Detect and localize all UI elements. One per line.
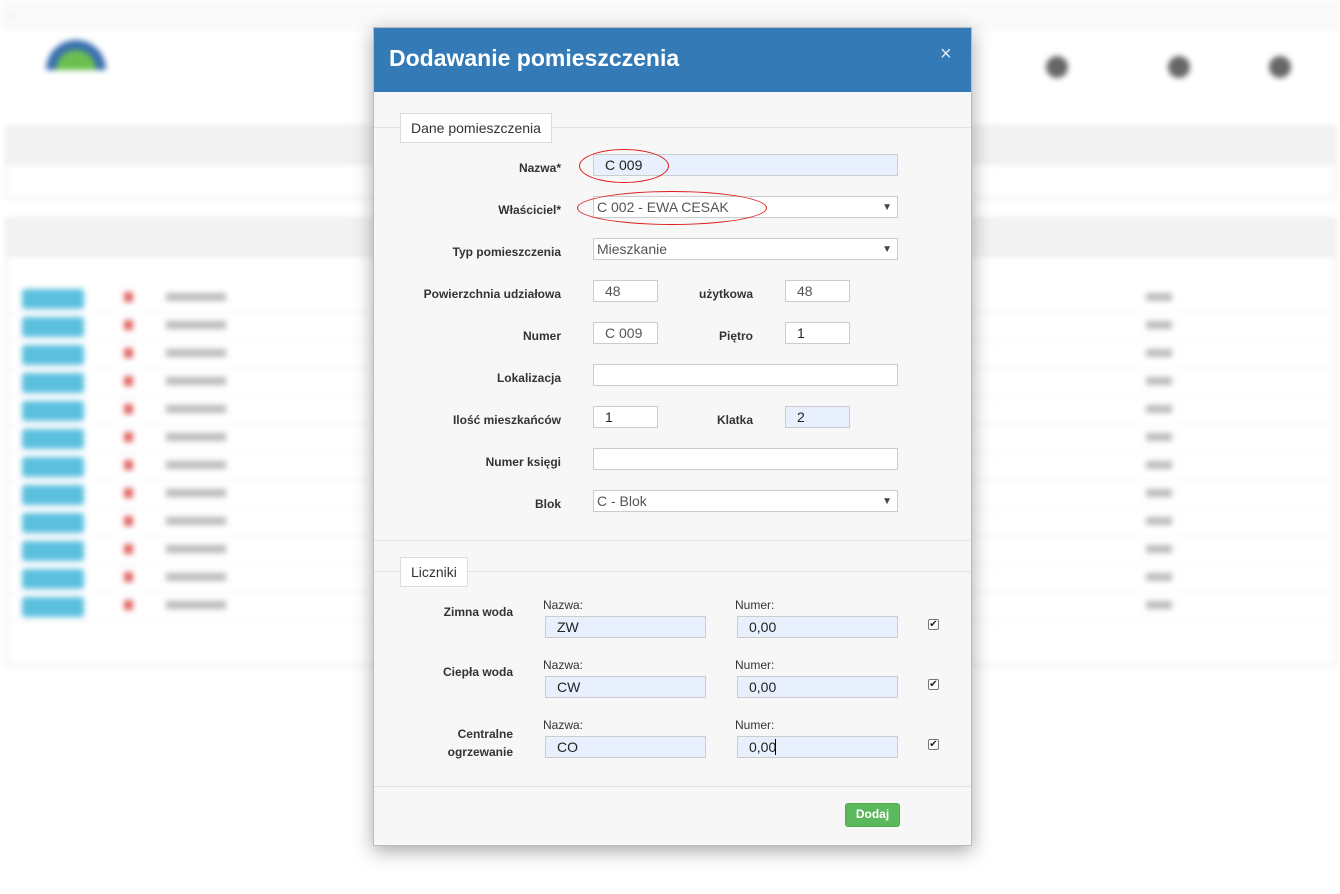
meter-name-input-hot-water[interactable] bbox=[545, 676, 706, 698]
background-nav-item bbox=[1138, 56, 1220, 86]
add-room-dialog: Dodawanie pomieszczenia × Dane pomieszcz… bbox=[373, 27, 972, 846]
location-label: Lokalizacja bbox=[496, 371, 561, 385]
meter-checkbox-cold-water[interactable]: ✔ bbox=[928, 619, 939, 630]
share-area-input[interactable] bbox=[593, 280, 658, 302]
dropdown-arrow-icon: ▼ bbox=[882, 202, 892, 213]
owner-select[interactable]: C 002 - EWA CESAK ▼ bbox=[593, 196, 898, 218]
meter-label-cold-water: Zimna woda bbox=[443, 605, 513, 619]
background-topbar: ← bbox=[0, 0, 1340, 29]
book-number-input[interactable] bbox=[593, 448, 898, 470]
block-label: Blok bbox=[534, 497, 561, 511]
location-input[interactable] bbox=[593, 364, 898, 386]
room-type-label: Typ pomieszczenia bbox=[452, 245, 561, 259]
number-input[interactable] bbox=[593, 322, 658, 344]
footer-divider bbox=[374, 786, 971, 787]
text-cursor bbox=[775, 739, 776, 755]
meter-checkbox-central-heating[interactable]: ✔ bbox=[928, 739, 939, 750]
meter-number-input-central-heating[interactable] bbox=[737, 736, 898, 758]
add-button[interactable]: Dodaj bbox=[845, 803, 900, 827]
background-topbar-back: ← bbox=[8, 9, 17, 19]
name-label: Nazwa* bbox=[518, 161, 561, 175]
room-type-select[interactable]: Mieszkanie ▼ bbox=[593, 238, 898, 260]
section-meters-legend: Liczniki bbox=[400, 557, 468, 587]
background-nav-item bbox=[1000, 56, 1114, 86]
dialog-header: Dodawanie pomieszczenia × bbox=[374, 28, 971, 92]
staircase-input[interactable] bbox=[785, 406, 850, 428]
app-logo bbox=[40, 36, 112, 78]
block-select[interactable]: C - Blok ▼ bbox=[593, 490, 898, 512]
meter-name-caption: Nazwa: bbox=[543, 598, 584, 612]
usable-area-input[interactable] bbox=[785, 280, 850, 302]
meter-number-caption: Numer: bbox=[735, 718, 775, 732]
meter-name-input-central-heating[interactable] bbox=[545, 736, 706, 758]
meter-label-hot-water: Ciepła woda bbox=[442, 665, 513, 679]
floor-label: Piętro bbox=[718, 329, 753, 343]
meter-number-input-cold-water[interactable] bbox=[737, 616, 898, 638]
meter-name-input-cold-water[interactable] bbox=[545, 616, 706, 638]
section-room-legend: Dane pomieszczenia bbox=[400, 113, 552, 143]
book-number-label: Numer księgi bbox=[485, 455, 561, 469]
usable-area-label: użytkowa bbox=[698, 287, 753, 301]
floor-input[interactable] bbox=[785, 322, 850, 344]
residents-label: Ilość mieszkańców bbox=[452, 413, 561, 427]
staircase-label: Klatka bbox=[716, 413, 753, 427]
dropdown-arrow-icon: ▼ bbox=[882, 496, 892, 507]
meter-label-central-heating: Centralne ogrzewanie bbox=[447, 727, 513, 759]
meter-number-caption: Numer: bbox=[735, 598, 775, 612]
section-divider bbox=[374, 540, 971, 541]
meter-number-input-hot-water[interactable] bbox=[737, 676, 898, 698]
owner-select-value: C 002 - EWA CESAK bbox=[597, 199, 729, 215]
dialog-title: Dodawanie pomieszczenia bbox=[389, 45, 680, 71]
share-area-label: Powierzchnia udziałowa bbox=[423, 287, 561, 301]
number-label: Numer bbox=[522, 329, 561, 343]
meter-name-caption: Nazwa: bbox=[543, 718, 584, 732]
owner-label: Właściciel* bbox=[498, 203, 561, 217]
block-select-value: C - Blok bbox=[597, 493, 647, 509]
room-type-select-value: Mieszkanie bbox=[597, 241, 668, 257]
dropdown-arrow-icon: ▼ bbox=[882, 244, 892, 255]
background-nav-item bbox=[1244, 56, 1316, 86]
meter-number-caption: Numer: bbox=[735, 658, 775, 672]
meter-name-caption: Nazwa: bbox=[543, 658, 584, 672]
close-icon[interactable]: × bbox=[940, 44, 952, 64]
residents-input[interactable] bbox=[593, 406, 658, 428]
name-input[interactable] bbox=[593, 154, 898, 176]
meter-checkbox-hot-water[interactable]: ✔ bbox=[928, 679, 939, 690]
